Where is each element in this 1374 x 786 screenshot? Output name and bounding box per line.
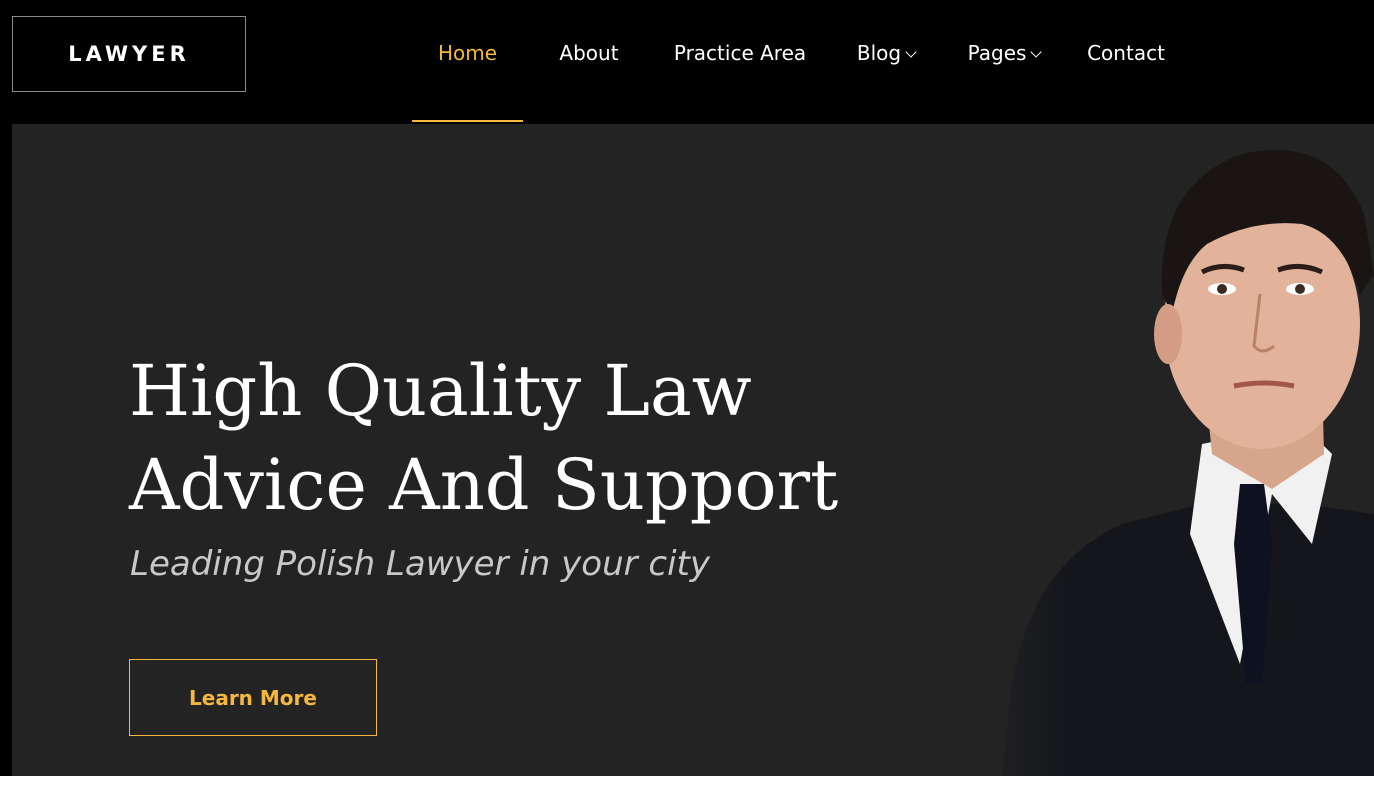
nav-item-label: Practice Area — [673, 41, 807, 65]
hero-banner: High Quality Law Advice And Support Leadi… — [12, 124, 1374, 776]
nav-item-home[interactable]: Home — [412, 0, 523, 122]
chevron-down-icon — [905, 46, 917, 58]
logo-text: LAWYER — [68, 42, 190, 66]
nav-item-label: Pages — [967, 41, 1043, 65]
nav-item-blog[interactable]: Blog — [841, 0, 931, 122]
lawyer-portrait-image — [972, 124, 1374, 776]
bottom-edge-strip — [0, 776, 1374, 786]
nav-item-contact[interactable]: Contact — [1071, 0, 1181, 122]
logo[interactable]: LAWYER — [12, 16, 246, 92]
nav-item-label: Blog — [856, 41, 917, 65]
learn-more-button[interactable]: Learn More — [129, 659, 377, 736]
hero-title-line-1: High Quality Law — [129, 350, 752, 432]
nav-item-practice-area[interactable]: Practice Area — [659, 0, 821, 122]
nav-item-label: Home — [437, 41, 498, 65]
nav-item-pages[interactable]: Pages — [949, 0, 1059, 122]
chevron-down-icon — [1030, 46, 1043, 58]
hero-title: High Quality Law Advice And Support — [129, 344, 838, 532]
page: LAWYER Home About Practice Area Blog Pag… — [0, 0, 1374, 786]
nav-item-about[interactable]: About — [527, 0, 651, 122]
nav-item-label: Contact — [1087, 41, 1165, 65]
header: LAWYER Home About Practice Area Blog Pag… — [0, 0, 1374, 124]
nav-item-label-text: Blog — [856, 41, 902, 65]
hero-title-line-2: Advice And Support — [129, 444, 839, 526]
hero-subtitle: Leading Polish Lawyer in your city — [130, 544, 710, 584]
nav-item-label: About — [559, 41, 619, 65]
left-edge-strip — [0, 124, 12, 776]
main-nav: Home About Practice Area Blog Pages Cont… — [412, 0, 1181, 124]
nav-item-label-text: Pages — [967, 41, 1027, 65]
